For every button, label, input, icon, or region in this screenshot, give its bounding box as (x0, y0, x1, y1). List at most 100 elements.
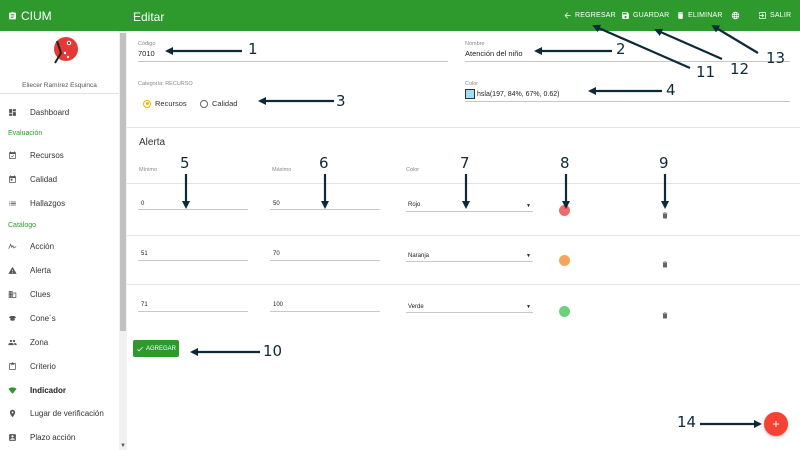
color-dot (559, 205, 570, 216)
building-icon (8, 290, 17, 299)
people-icon (8, 338, 17, 347)
min-underline (138, 311, 248, 312)
sidebar-item-cones[interactable]: Cone´s (0, 308, 119, 328)
annotation-number-4: 4 (666, 81, 676, 99)
main-content: Código 7010 Nombre Atención del niño Cat… (127, 31, 800, 450)
color-select[interactable]: Rojo (408, 202, 420, 208)
sidebar-item-recursos[interactable]: Recursos (0, 145, 119, 165)
app-name: CIUM (21, 9, 52, 23)
max-input[interactable]: 70 (273, 251, 280, 257)
radio-button-checked[interactable] (143, 99, 151, 108)
sidebar-scrollbar[interactable]: ▼ (119, 31, 127, 450)
calendar-icon (8, 174, 17, 184)
min-underline (138, 209, 248, 210)
categoria-label: Categoría: RECURSO (138, 81, 193, 87)
max-underline (270, 311, 380, 312)
sidebar-item-label: Hallazgos (30, 198, 66, 208)
annotation-number-7: 7 (460, 154, 470, 172)
annotation-number-3: 3 (336, 92, 346, 110)
sidebar: Eliecer Ramírez Esquinca Dashboard Evalu… (0, 31, 127, 450)
delete-row-button[interactable] (661, 256, 669, 268)
trash-icon (662, 261, 668, 268)
radio-calidad[interactable]: Calidad (200, 99, 237, 108)
annotation-number-2: 2 (616, 40, 626, 58)
sidebar-item-accion[interactable]: Acción (0, 236, 119, 256)
list-icon (8, 199, 17, 208)
max-input[interactable]: 100 (273, 302, 283, 308)
sidebar-item-clues[interactable]: Clues (0, 284, 119, 304)
calendar-check-icon (8, 150, 17, 160)
wifi-icon (8, 386, 17, 395)
warning-icon (8, 266, 17, 275)
radio-button-unchecked[interactable] (200, 99, 208, 108)
nombre-input[interactable]: Atención del niño (465, 49, 523, 58)
group-icon (8, 314, 17, 323)
sidebar-item-criterio[interactable]: Criterio (0, 356, 119, 376)
save-icon (622, 12, 629, 19)
scroll-down-icon[interactable]: ▼ (120, 443, 126, 449)
min-input[interactable]: 51 (141, 251, 148, 257)
min-input[interactable]: 0 (141, 201, 144, 207)
section-label-evaluacion: Evaluación (8, 130, 43, 137)
sidebar-item-plazo[interactable]: Plazo acción (0, 427, 119, 447)
color-dot (559, 306, 570, 317)
sidebar-item-label: Recursos (30, 150, 64, 160)
radio-recursos[interactable]: Recursos (143, 99, 187, 108)
annotation-number-13: 13 (766, 49, 786, 67)
add-alert-label: AGREGAR (145, 345, 176, 352)
dropdown-arrow-icon[interactable]: ▼ (526, 253, 531, 259)
sidebar-item-label: Clues (30, 289, 51, 299)
scrollbar-thumb[interactable] (120, 33, 126, 331)
annotation-number-5: 5 (180, 154, 190, 172)
sidebar-item-hallazgos[interactable]: Hallazgos (0, 193, 119, 213)
select-underline (406, 312, 533, 313)
color-select[interactable]: Naranja (408, 253, 429, 259)
sidebar-item-calidad[interactable]: Calidad (0, 169, 119, 189)
fab-add-button[interactable]: + (764, 412, 788, 436)
min-underline (138, 260, 248, 261)
delete-row-button[interactable] (661, 207, 669, 219)
max-underline (270, 260, 380, 261)
trash-icon (662, 312, 668, 319)
select-underline (406, 211, 533, 212)
annotation-number-9: 9 (659, 154, 669, 172)
select-underline (406, 261, 533, 262)
delete-button[interactable]: ELIMINAR (676, 11, 723, 20)
user-name: Eliecer Ramírez Esquinca (22, 82, 97, 89)
codigo-input[interactable]: 7010 (138, 49, 155, 58)
back-button[interactable]: REGRESAR (563, 11, 616, 20)
exit-button[interactable]: SALIR (758, 11, 791, 20)
sidebar-item-dashboard[interactable]: Dashboard (0, 102, 119, 122)
sidebar-item-label: Acción (30, 241, 55, 251)
row-divider (127, 284, 800, 285)
max-underline (270, 209, 380, 210)
sidebar-item-label: Dashboard (30, 107, 70, 117)
annotation-number-8: 8 (560, 154, 570, 172)
sidebar-item-indicador[interactable]: Indicador (0, 380, 119, 400)
contact-icon (8, 433, 17, 442)
signature-icon (8, 242, 17, 251)
sidebar-item-label: Criterio (30, 361, 56, 371)
color-input[interactable]: hsla(197, 84%, 67%, 0.62) (477, 91, 560, 98)
color-dot (559, 255, 570, 266)
min-input[interactable]: 71 (141, 302, 148, 308)
sidebar-item-lugar[interactable]: Lugar de verificación (0, 403, 119, 423)
clipboard-icon (9, 11, 16, 20)
add-alert-button[interactable]: AGREGAR (133, 340, 179, 357)
sidebar-item-zona[interactable]: Zona (0, 332, 119, 352)
delete-label: ELIMINAR (688, 12, 723, 19)
dropdown-arrow-icon[interactable]: ▼ (526, 304, 531, 310)
color-select[interactable]: Verde (408, 304, 424, 310)
app-title[interactable]: CIUM (8, 9, 52, 23)
delete-row-button[interactable] (661, 307, 669, 319)
clipboard-icon (8, 361, 17, 371)
save-button[interactable]: GUARDAR (621, 11, 669, 20)
page-title: Editar (133, 10, 165, 24)
color-swatch[interactable] (465, 89, 475, 99)
max-input[interactable]: 50 (273, 201, 280, 207)
annotation-number-1: 1 (248, 40, 258, 58)
sidebar-item-label: Lugar de verificación (30, 408, 104, 418)
language-button[interactable] (731, 11, 740, 20)
sidebar-item-alerta[interactable]: Alerta (0, 260, 119, 280)
dropdown-arrow-icon[interactable]: ▼ (526, 203, 531, 209)
